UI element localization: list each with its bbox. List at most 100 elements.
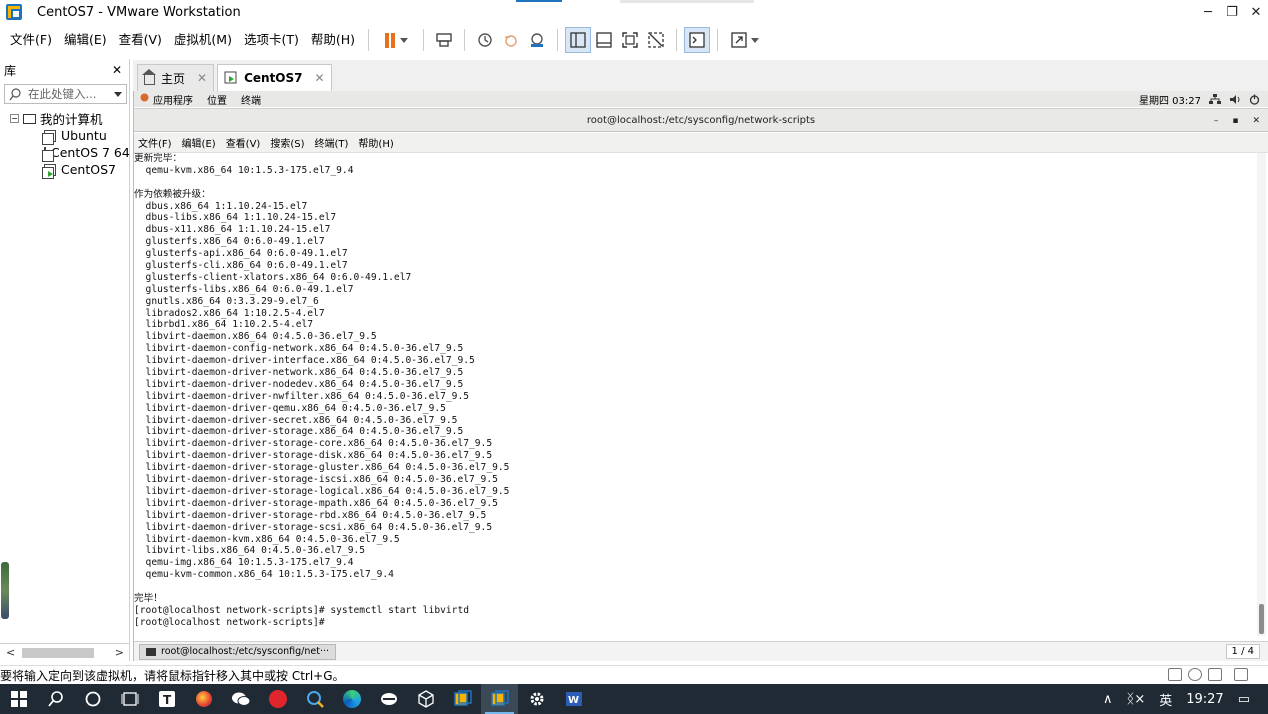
terminal-scrollbar[interactable] [1257,153,1266,636]
system-clock[interactable]: 19:27 [1186,692,1223,707]
taskbar-app-search-tool[interactable] [296,684,333,714]
cortana-button[interactable] [74,684,111,714]
tab-label: CentOS7 [244,71,303,85]
tree-item-ubuntu[interactable]: Ubuntu [0,127,129,145]
show-library-button[interactable] [565,27,592,53]
terminal-maximize-button[interactable]: ▪ [1232,109,1238,133]
tree-root-my-computer[interactable]: − 我的计算机 [0,110,129,127]
menu-tabs[interactable]: 选项卡(T) [238,24,305,56]
unity-button[interactable] [643,27,669,53]
window-list-item-terminal[interactable]: root@localhost:/etc/sysconfig/net··· [139,643,337,660]
taskbar-app-edge[interactable] [333,684,370,714]
menu-help[interactable]: 帮助(H) [305,24,361,56]
term-menu-view[interactable]: 查看(V) [226,135,261,150]
terminal-line: librados2.x86_64 1:10.2.5-4.el7 [134,307,325,319]
gnome-menu-applications[interactable]: 应用程序 [153,92,193,107]
tab-home[interactable]: 主页 ✕ [137,64,215,91]
tab-centos7[interactable]: CentOS7 ✕ [217,64,332,91]
chevron-down-icon[interactable] [114,91,122,97]
maximize-button[interactable]: ❐ [1220,0,1244,24]
library-search-input[interactable]: 在此处键入... [4,84,127,104]
stretch-guest-button[interactable] [725,27,765,53]
library-close-icon[interactable]: ✕ [112,63,122,77]
scrollbar-thumb[interactable] [22,648,94,658]
taskbar-app-vmware-2[interactable] [481,684,518,714]
collapse-icon[interactable]: − [10,114,19,123]
terminal-output[interactable]: 更新完毕： qemu-kvm.x86_64 10:1.5.3-175.el7_9… [134,153,1258,636]
workspace-pager[interactable]: 1 / 4 [1225,644,1260,659]
terminal-window-title[interactable]: root@localhost:/etc/sysconfig/network-sc… [134,108,1268,132]
scrollbar-thumb[interactable] [1259,604,1264,634]
taskbar-app-netease-music[interactable] [259,684,296,714]
tree-item-centos7[interactable]: CentOS7 [0,161,129,179]
guest-display[interactable]: 应用程序 位置 终端 星期四 03:27 root@localhost:/etc… [133,91,1268,661]
gnome-menu-terminal[interactable]: 终端 [241,92,261,107]
gnome-clock[interactable]: 星期四 03:27 [1139,92,1201,107]
menu-edit[interactable]: 编辑(E) [58,24,113,56]
search-button[interactable] [37,684,74,714]
term-menu-search[interactable]: 搜索(S) [270,135,304,150]
ime-indicator[interactable]: 英 [1159,690,1172,709]
tab-close-icon[interactable]: ✕ [315,71,325,85]
start-button[interactable] [0,684,37,714]
terminal-line: glusterfs.x86_64 0:6.0-49.1.el7 [134,236,325,248]
terminal-line: libvirt-daemon-driver-storage-gluster.x8… [134,462,510,474]
taskbar-app-pen-tool[interactable] [370,684,407,714]
minimize-button[interactable]: ─ [1196,0,1220,24]
task-view-button[interactable] [111,684,148,714]
library-horizontal-scrollbar[interactable]: < > [0,643,130,661]
fullscreen-button[interactable] [617,27,643,53]
cd-dvd-icon[interactable] [1188,668,1202,681]
hard-disk-icon[interactable] [1168,668,1182,681]
library-panel: 库 ✕ 在此处键入... − 我的计算机 Ubuntu CentOS 7 64 [0,59,130,661]
taskbar-app-typora[interactable]: T [148,684,185,714]
chevron-down-icon [751,37,760,43]
gnome-menu-places[interactable]: 位置 [207,92,227,107]
term-menu-file[interactable]: 文件(F) [138,135,172,150]
taskbar-app-3d-viewer[interactable] [407,684,444,714]
snapshot-button[interactable] [472,27,498,53]
side-dock-handle[interactable] [1,562,9,619]
menu-view[interactable]: 查看(V) [113,24,168,56]
network-icon[interactable] [1209,93,1221,105]
snapshot-manager-button[interactable] [524,27,550,53]
close-button[interactable]: ✕ [1244,0,1268,24]
term-menu-terminal[interactable]: 终端(T) [315,135,349,150]
scroll-left-icon[interactable]: < [6,646,15,659]
taskbar-app-word[interactable]: W [555,684,592,714]
taskbar-app-vmware-1[interactable] [444,684,481,714]
menu-file[interactable]: 文件(F) [4,24,58,56]
terminal-line: libvirt-daemon-driver-storage-iscsi.x86_… [134,474,498,486]
taskbar-app-firefox[interactable] [185,684,222,714]
taskbar-app-settings[interactable] [518,684,555,714]
pause-button[interactable] [376,27,416,53]
network-adapter-icon[interactable] [1208,668,1222,681]
message-log-icon[interactable] [1234,668,1248,681]
tab-close-icon[interactable]: ✕ [197,71,207,85]
revert-snapshot-button[interactable] [498,27,524,53]
notification-center-icon[interactable]: ▭ [1238,692,1250,707]
terminal-minimize-button[interactable]: – [1214,109,1219,133]
status-bar: 要将输入定向到该虚拟机，请将鼠标指针移入其中或按 Ctrl+G。 [0,665,1268,684]
scroll-right-icon[interactable]: > [115,646,124,659]
power-icon[interactable] [1249,94,1260,105]
terminal-line: glusterfs-api.x86_64 0:6.0-49.1.el7 [134,248,348,260]
terminal-close-button[interactable]: ✕ [1252,109,1260,133]
term-menu-edit[interactable]: 编辑(E) [182,135,216,150]
console-view-button[interactable] [684,27,711,53]
terminal-title-text: root@localhost:/etc/sysconfig/network-sc… [586,115,816,126]
term-menu-help[interactable]: 帮助(H) [358,135,393,150]
library-layout-icon [570,32,586,48]
thumbnail-bar-button[interactable] [591,27,617,53]
menu-vm[interactable]: 虚拟机(M) [168,24,238,56]
tree-item-centos-7-64[interactable]: CentOS 7 64 [0,144,130,162]
netease-music-icon [268,690,287,708]
volume-icon[interactable]: ᛝ× [1127,692,1146,707]
send-ctrl-alt-del-button[interactable] [431,27,457,53]
terminal-line: libvirt-daemon-driver-nodedev.x86_64 0:4… [134,378,464,390]
revert-snapshot-icon [505,35,517,47]
volume-icon[interactable] [1229,94,1241,105]
taskbar-app-wechat[interactable] [222,684,259,714]
terminal-line: libvirt-daemon-driver-qemu.x86_64 0:4.5.… [134,402,446,414]
show-hidden-icons-button[interactable]: ∧ [1103,692,1113,707]
